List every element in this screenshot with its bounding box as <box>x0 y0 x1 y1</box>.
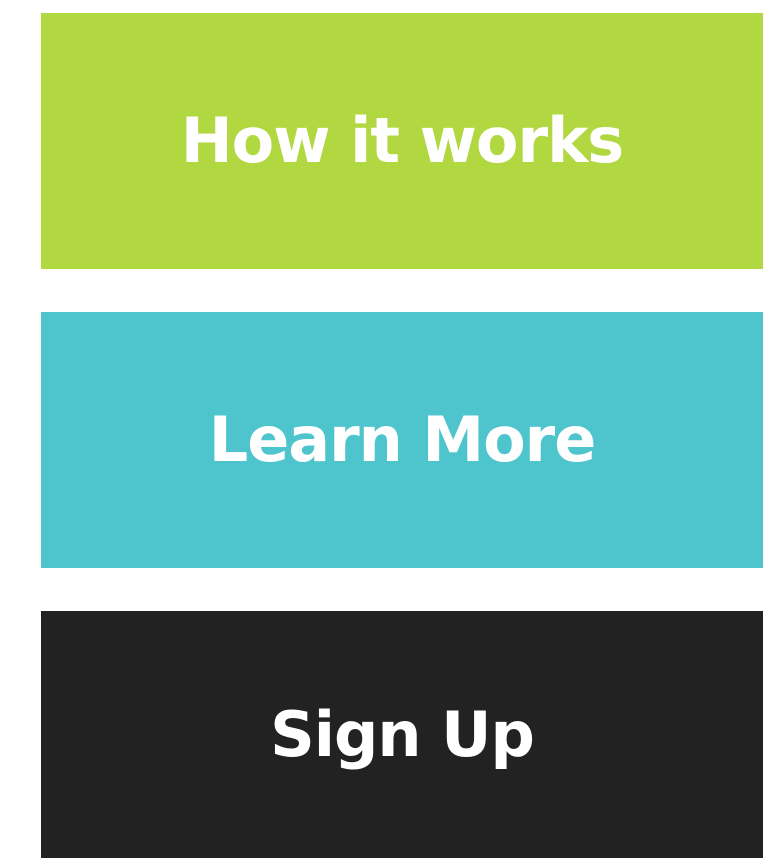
learn-more-label: Learn More <box>208 403 597 476</box>
button-stack: How it works Learn More Sign Up <box>0 0 763 858</box>
sign-up-label: Sign Up <box>270 697 535 771</box>
sign-up-button[interactable]: Sign Up <box>41 611 763 858</box>
learn-more-button[interactable]: Learn More <box>41 312 763 568</box>
how-it-works-button[interactable]: How it works <box>41 13 763 269</box>
how-it-works-label: How it works <box>180 104 624 177</box>
